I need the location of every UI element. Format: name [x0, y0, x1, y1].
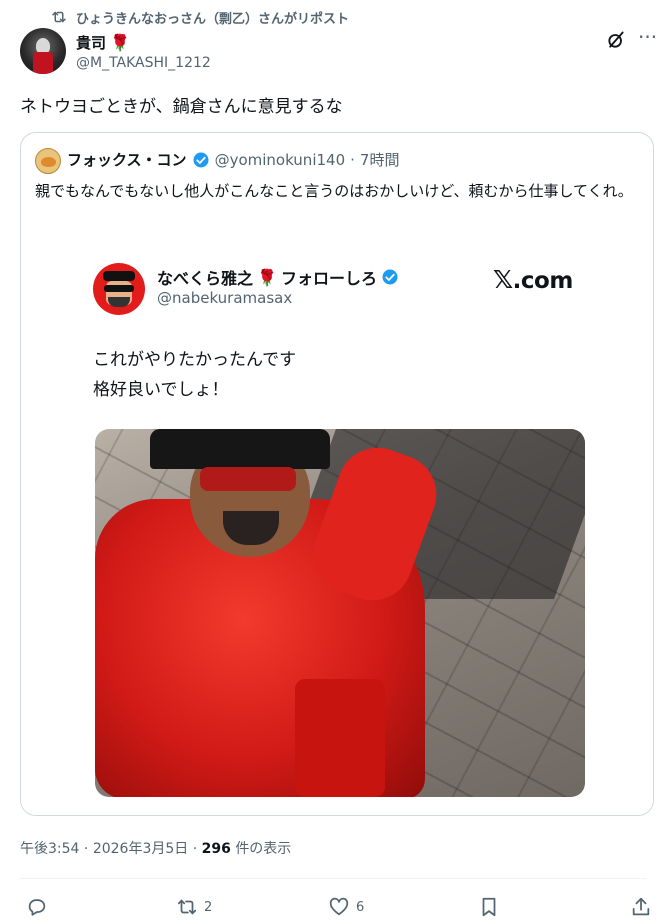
quote-media-screenshot[interactable]: なべくら雅之 🌹 フォローしろ @nabekuramasax 𝕏.com これが…	[21, 241, 653, 815]
quoted-tweet[interactable]: フォックス・コン @yominokuni140 · 7時間 親でもなんでもないし…	[20, 132, 654, 816]
quote-author-handle[interactable]: @yominokuni140	[215, 151, 346, 169]
quote-author-avatar[interactable]	[35, 148, 61, 174]
more-options-icon[interactable]: ···	[638, 27, 660, 50]
screenshot-text-line1: これがやりたかったんです	[93, 350, 297, 370]
quote-separator: ·	[350, 150, 355, 169]
author-avatar[interactable]	[20, 28, 66, 74]
bookmark-icon	[482, 897, 496, 917]
verified-badge-icon	[193, 152, 209, 167]
tweet-meta: 午後3:54 · 2026年3月5日 · 296 件の表示	[20, 838, 291, 858]
quote-text: 親でもなんでもないし他人がこんなこと言うのはおかしいけど、頼むから仕事してくれ。	[35, 182, 633, 200]
author-handle[interactable]: @M_TAKASHI_1212	[76, 55, 211, 71]
quote-timestamp[interactable]: 7時間	[360, 149, 400, 170]
like-button[interactable]: 6	[328, 892, 364, 922]
heart-icon	[329, 897, 349, 916]
grok-icon[interactable]	[606, 30, 626, 50]
x-logo-icon: 𝕏	[493, 265, 513, 294]
tweet-text: ネトウヨごときが、鍋倉さんに意見するな	[20, 97, 343, 117]
repost-count: 2	[204, 899, 213, 915]
share-button[interactable]	[630, 892, 652, 922]
repost-text: ひょうきんなおっさん（剽乙）さんがリポスト	[76, 11, 350, 27]
screenshot-name-row: なべくら雅之 🌹 フォローしろ	[157, 265, 399, 289]
screenshot-avatar	[93, 263, 145, 315]
divider	[20, 878, 646, 879]
share-icon	[632, 897, 650, 916]
tweet-time[interactable]: 午後3:54	[20, 841, 79, 857]
x-com-logo: 𝕏.com	[493, 265, 573, 294]
repost-indicator[interactable]: ひょうきんなおっさん（剽乙）さんがリポスト	[50, 6, 349, 28]
meta-separator: ·	[192, 841, 198, 857]
action-bar: 2 6	[0, 892, 666, 922]
selfie-photo	[95, 429, 585, 797]
views-count: 296	[201, 841, 231, 857]
reply-button[interactable]	[26, 892, 54, 922]
x-com-text: .com	[512, 268, 574, 294]
quote-header: フォックス・コン @yominokuni140 · 7時間	[67, 149, 399, 170]
tweet-date[interactable]: 2026年3月5日	[93, 841, 188, 857]
like-count: 6	[356, 899, 365, 915]
screenshot-verified-icon	[382, 269, 398, 285]
rose-emoji: 🌹	[110, 33, 130, 52]
repost-button[interactable]: 2	[176, 892, 212, 922]
quote-author-name[interactable]: フォックス・コン	[67, 149, 187, 170]
screenshot-name-suffix: フォローしろ	[280, 269, 377, 288]
repost-icon	[52, 11, 66, 23]
bookmark-button[interactable]	[478, 892, 500, 922]
reply-icon	[28, 899, 46, 916]
screenshot-name: なべくら雅之	[157, 269, 254, 288]
screenshot-rose-emoji: 🌹	[257, 267, 277, 287]
author-name-row[interactable]: 貴司 🌹	[76, 32, 130, 53]
screenshot-text-line2: 格好良いでしょ！	[93, 380, 229, 400]
repost-icon	[177, 899, 197, 915]
author-display-name[interactable]: 貴司	[76, 32, 106, 53]
screenshot-handle: @nabekuramasax	[157, 289, 293, 307]
views-label: 件の表示	[235, 841, 292, 857]
meta-separator: ·	[83, 841, 89, 857]
